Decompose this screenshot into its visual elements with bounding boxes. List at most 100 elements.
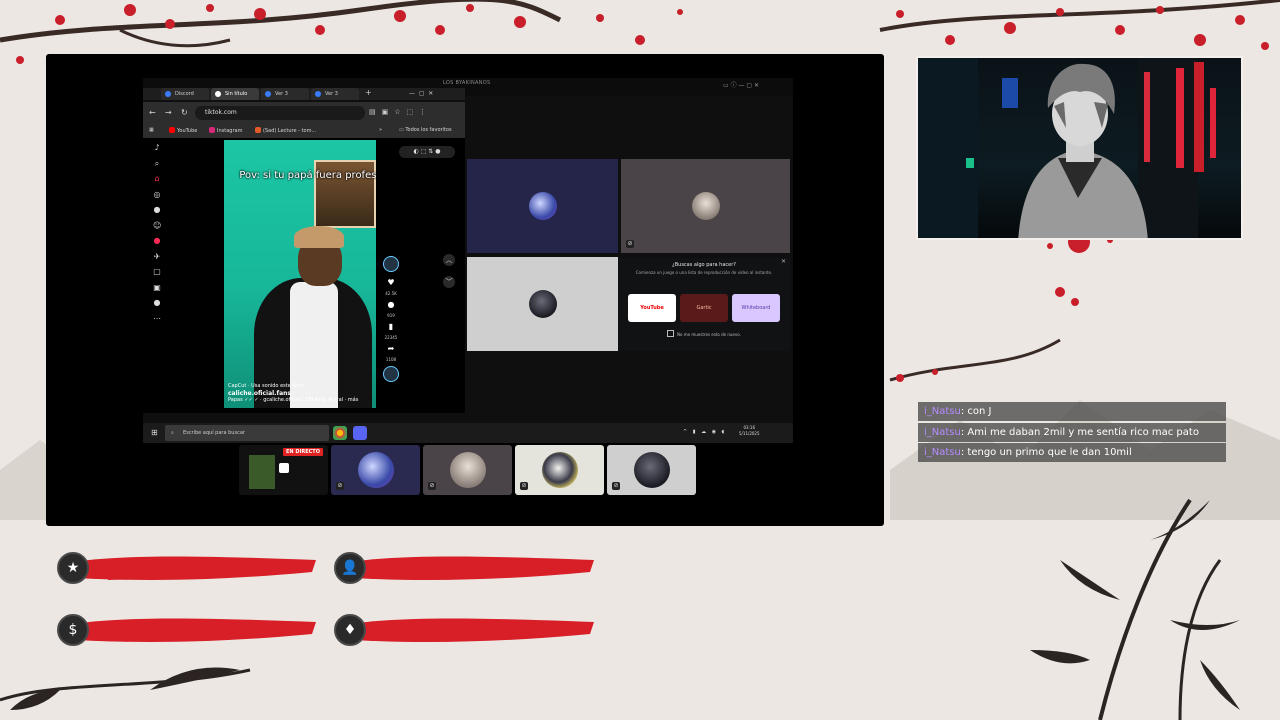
apps-icon[interactable]: ▦	[149, 127, 154, 133]
chevron-right-icon[interactable]: »	[379, 127, 382, 133]
discord-icon[interactable]	[353, 426, 367, 440]
activity-icon[interactable]: ▢	[153, 268, 161, 276]
stream-preview-tile[interactable]: EN DIRECTO	[239, 445, 328, 495]
chevron-up-icon[interactable]: ︿	[443, 254, 455, 266]
dont-show-checkbox[interactable]: No me muestres esto de nuevo.	[667, 330, 741, 337]
comment-icon[interactable]: ●	[381, 300, 401, 309]
taskbar-clock[interactable]: 03:16 5/11/2025	[739, 425, 760, 437]
windows-start-icon[interactable]: ⊞	[151, 428, 158, 437]
chat-text: : tengo un primo que le dan 10mil	[960, 447, 1132, 458]
share-count: 1108	[385, 357, 397, 362]
vtuber-webcam	[916, 56, 1243, 240]
back-icon[interactable]: ←	[149, 108, 156, 117]
browser-window-controls[interactable]: — ▢ ✕	[409, 90, 433, 97]
video-info: CapCut · Usa sonido este libro caliche.o…	[228, 383, 376, 404]
video-account[interactable]: caliche.oficial.fans	[228, 390, 376, 397]
mic-muted-icon: ⊘	[520, 482, 528, 490]
chevron-down-icon[interactable]: ﹀	[443, 276, 455, 288]
search-icon: ⌕	[171, 430, 174, 436]
window-controls[interactable]: ▭ ⓘ — ▢ ✕	[723, 80, 759, 89]
bookmark-youtube[interactable]: YouTube	[169, 127, 197, 134]
extension-icons[interactable]: ▤▣☆⬚⋮	[369, 108, 432, 116]
mic-muted-icon: ⊘	[612, 482, 620, 490]
avatar	[528, 290, 557, 318]
bookmark-lecture[interactable]: (Sad) Lecture - tom...	[255, 127, 316, 134]
taskbar-search[interactable]: ⌕ Escribe aquí para buscar	[165, 425, 329, 441]
tiktok-video[interactable]: Pov: si tu papá fuera profesor CapCut · …	[224, 140, 376, 408]
participant-tile-3[interactable]	[467, 257, 618, 351]
participant-tile-1[interactable]	[467, 159, 618, 253]
more-icon[interactable]: ⋯	[153, 314, 161, 323]
chat-overlay: i_Natsu: con J i_Natsu: Ami me daban 2mi…	[918, 402, 1226, 464]
comment-count: 919	[387, 313, 395, 318]
participant-strip-4[interactable]: ⊘	[607, 445, 696, 495]
tab-view-1[interactable]: Ver 3	[261, 88, 309, 100]
avatar	[357, 452, 394, 488]
participant-strip-1[interactable]: ⊘	[331, 445, 420, 495]
screen-capture: LOS BYAKINANOS ▭ ⓘ — ▢ ✕ Discord Sin tít…	[46, 54, 884, 526]
chat-username: i_Natsu	[924, 447, 961, 458]
screen-icon	[279, 463, 289, 473]
chat-username: i_Natsu	[924, 426, 961, 438]
save-count: 22345	[384, 335, 398, 340]
person-cap	[294, 226, 344, 248]
bookmark-instagram[interactable]: Instagram	[209, 127, 242, 134]
chat-message: i_Natsu: con J	[918, 402, 1226, 421]
activity-card-gartic[interactable]: Gartic	[680, 294, 728, 322]
activity-card-whiteboard[interactable]: Whiteboard	[732, 294, 780, 322]
like-count: 42.5K	[385, 291, 397, 296]
activity-card-youtube[interactable]: YouTube	[628, 294, 676, 322]
home-icon[interactable]: ⌂	[153, 175, 161, 183]
creator-avatar[interactable]	[383, 256, 399, 272]
forward-icon[interactable]: →	[165, 108, 172, 117]
like-icon[interactable]: ♥	[381, 278, 401, 287]
mic-muted-icon: ⊘	[428, 482, 436, 490]
share-icon[interactable]: ➦	[381, 344, 401, 353]
bookmarks-bar: ▦ YouTube Instagram (Sad) Lecture - tom.…	[143, 124, 465, 138]
all-bookmarks[interactable]: ▭ Todos los favoritos	[399, 127, 452, 133]
tab-discord[interactable]: Discord	[161, 88, 209, 100]
following-icon[interactable]: ●	[153, 206, 161, 214]
video-nav: ︿ ﹀	[443, 254, 455, 298]
address-bar[interactable]: tiktok.com	[195, 106, 365, 120]
upload-icon[interactable]: ▣	[153, 283, 161, 292]
new-tab-button[interactable]: +	[365, 88, 372, 97]
live-badge: EN DIRECTO	[283, 448, 323, 456]
participant-strip-3[interactable]: ⊘	[515, 445, 604, 495]
tab-view-2[interactable]: Ver 3	[311, 88, 359, 100]
reload-icon[interactable]: ↻	[181, 108, 188, 117]
friends-icon[interactable]: ☺	[153, 221, 161, 230]
search-icon[interactable]: ⌕	[153, 159, 161, 168]
tiktok-top-controls[interactable]: ◐ ⬚ ⇅ ●	[399, 146, 455, 158]
profile-icon[interactable]: ●	[153, 299, 161, 307]
chat-text: : Ami me daban 2mil y me sentía rico mac…	[960, 426, 1199, 438]
chat-username: i_Natsu	[924, 406, 961, 417]
bits-banner	[350, 618, 594, 642]
chat-message: i_Natsu: Ami me daban 2mil y me sentía r…	[918, 422, 1226, 442]
participant-tile-2[interactable]: ⊘	[621, 159, 790, 253]
mic-muted-icon: ⊘	[626, 240, 634, 248]
window-title: LOS BYAKINANOS	[443, 80, 491, 86]
activity-panel: ✕ ¿Buscas algo para hacer? Comienza un j…	[618, 258, 790, 351]
chrome-icon[interactable]	[333, 426, 347, 440]
chrome-icon	[265, 91, 271, 97]
avatar	[691, 192, 720, 220]
system-tray[interactable]: ^ ▮ ☁ ◉ ◖	[683, 429, 726, 435]
vtuber-scene	[918, 58, 1216, 238]
capcut-link[interactable]: CapCut · Usa sonido este libro	[228, 383, 376, 390]
chat-text: : con J	[960, 406, 992, 417]
browser-toolbar: ← → ↻ tiktok.com ▤▣☆⬚⋮	[143, 102, 465, 124]
sound-avatar[interactable]	[383, 366, 399, 382]
messages-icon[interactable]: ✈	[153, 252, 161, 261]
avatar	[449, 452, 486, 488]
more-link[interactable]: más	[348, 397, 359, 403]
participant-strip-2[interactable]: ⊘	[423, 445, 512, 495]
live-icon[interactable]: ●	[153, 237, 161, 245]
bookmark-icon[interactable]: ▮	[381, 322, 401, 331]
tiktok-logo-icon[interactable]: ♪	[153, 144, 161, 152]
explore-icon[interactable]: ◎	[153, 190, 161, 199]
tab-tiktok[interactable]: Sin título	[211, 88, 259, 100]
diamond-icon: ♦	[334, 614, 366, 646]
chrome-icon	[315, 91, 321, 97]
avatar	[633, 452, 670, 488]
